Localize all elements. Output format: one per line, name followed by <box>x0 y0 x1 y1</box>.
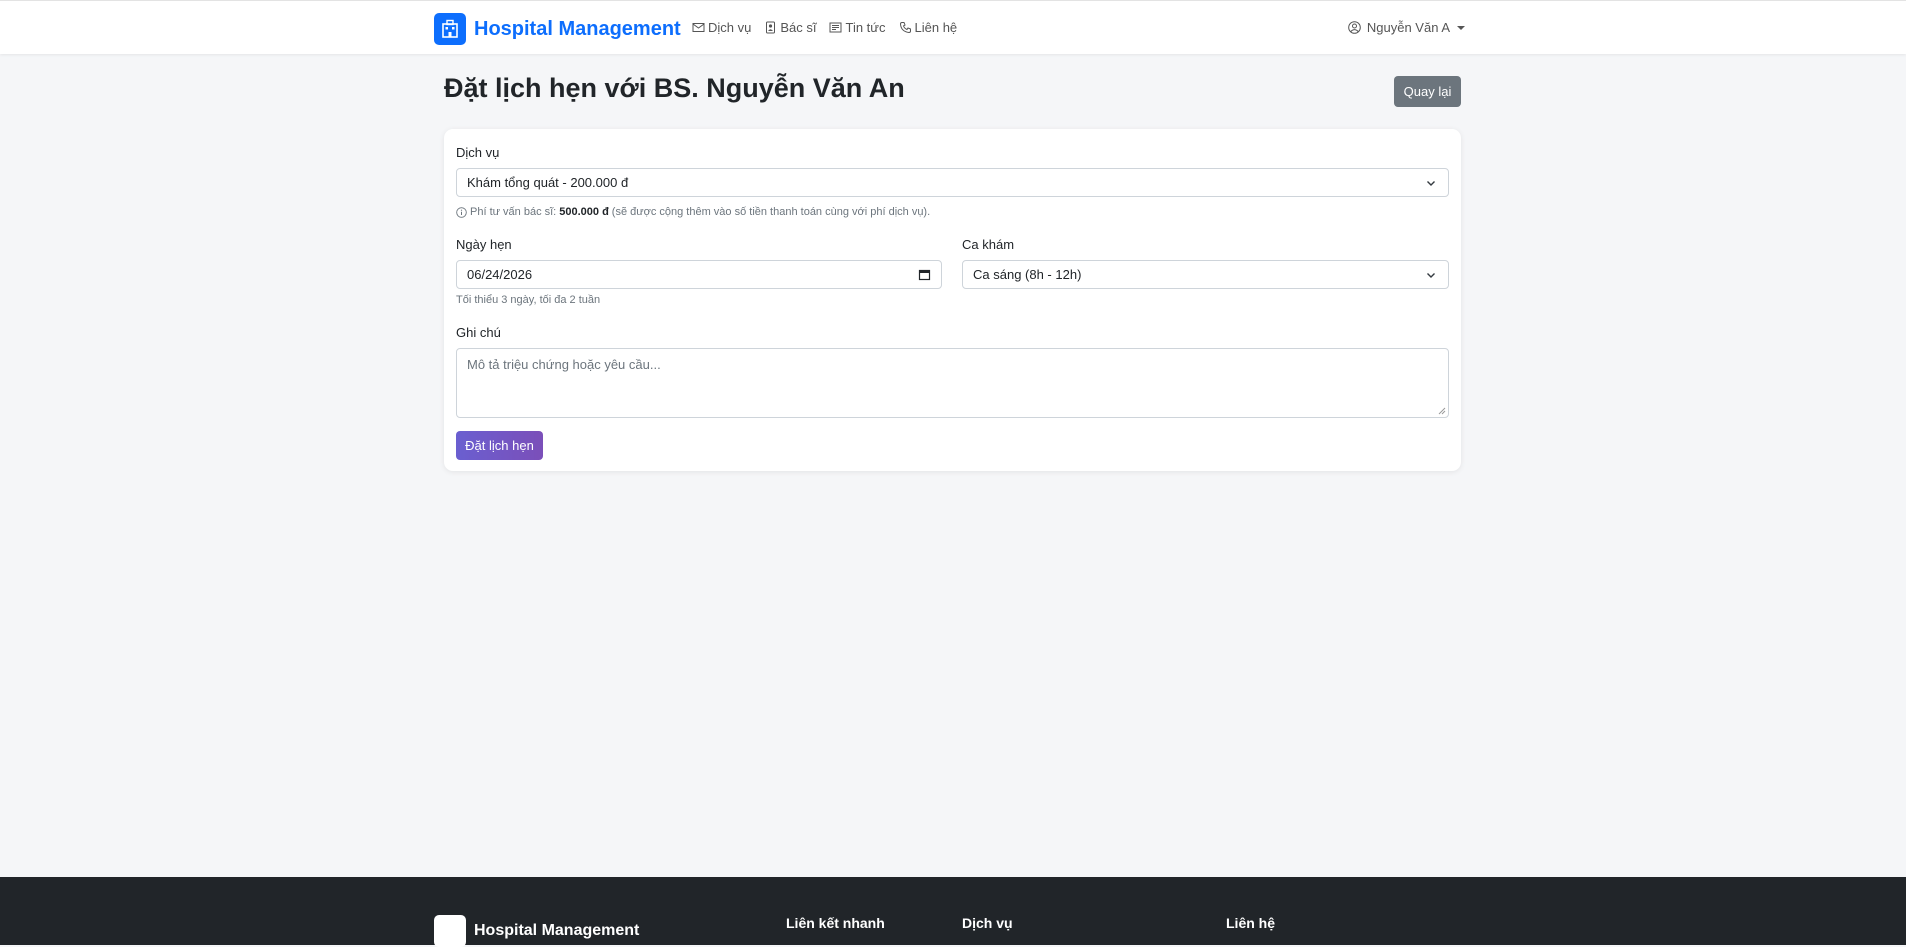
note-placeholder: Mô tả triệu chứng hoặc yêu cầu... <box>467 357 661 372</box>
service-label: Dịch vụ <box>456 145 500 160</box>
submit-button[interactable]: Đặt lịch hẹn <box>456 431 543 460</box>
service-selected-value: Khám tổng quát - 200.000 đ <box>467 175 629 190</box>
caret-down-icon <box>1457 25 1465 30</box>
shift-selected-value: Ca sáng (8h - 12h) <box>973 267 1082 282</box>
footer-logo-icon <box>434 915 466 947</box>
nav-label: Bác sĩ <box>780 20 817 35</box>
footer-heading-links: Liên kết nhanh <box>786 915 885 931</box>
nav-item-doctors[interactable]: Bác sĩ <box>764 20 816 35</box>
service-select[interactable]: Khám tổng quát - 200.000 đ <box>456 168 1449 197</box>
back-button[interactable]: Quay lại <box>1394 76 1461 107</box>
shift-select[interactable]: Ca sáng (8h - 12h) <box>962 260 1449 289</box>
footer-brand-name: Hospital Management <box>474 922 640 939</box>
user-circle-icon <box>1348 21 1361 34</box>
date-label: Ngày hẹn <box>456 237 512 252</box>
nav-label: Dịch vụ <box>708 20 752 35</box>
footer: Hospital Management Liên kết nhanh Dịch … <box>0 877 1906 947</box>
date-hint: Tối thiểu 3 ngày, tối đa 2 tuần <box>456 294 601 306</box>
calendar-icon[interactable] <box>918 268 931 281</box>
nav-label: Liên hệ <box>914 20 958 35</box>
fee-amount: 500.000 đ <box>559 206 609 218</box>
footer-heading-services: Dịch vụ <box>962 915 1013 931</box>
footer-heading-contact: Liên hệ <box>1226 915 1276 931</box>
phone-icon <box>899 22 911 34</box>
nav-item-services[interactable]: Dịch vụ <box>692 20 751 35</box>
newspaper-icon <box>829 22 842 33</box>
doctor-badge-icon <box>766 21 776 34</box>
fee-hint: Phí tư vấn bác sĩ: 500.000 đ (sẽ được cộ… <box>456 206 930 218</box>
chevron-down-icon <box>1427 273 1435 278</box>
footer-brand[interactable]: Hospital Management <box>434 915 639 947</box>
date-input[interactable]: 06/24/2026 <box>456 260 942 289</box>
page-title: Đặt lịch hẹn với BS. Nguyễn Văn An <box>444 73 905 103</box>
booking-form-card: Dịch vụ Khám tổng quát - 200.000 đ Phí t… <box>444 129 1461 471</box>
navbar: Hospital Management Dịch vụ Bác sĩ Tin t… <box>0 0 1906 54</box>
nav-label: Tin tức <box>845 20 886 35</box>
fee-hint-prefix: Phí tư vấn bác sĩ: <box>470 206 557 218</box>
user-menu[interactable]: Nguyễn Văn A <box>1348 20 1465 35</box>
envelope-icon <box>692 23 705 32</box>
nav-item-contact[interactable]: Liên hệ <box>899 20 958 35</box>
main-nav: Dịch vụ Bác sĩ Tin tức Liên hệ <box>692 20 957 35</box>
note-label: Ghi chú <box>456 325 501 340</box>
resize-handle-icon[interactable] <box>1438 407 1446 415</box>
nav-item-news[interactable]: Tin tức <box>829 20 886 35</box>
info-icon <box>456 206 467 218</box>
user-name: Nguyễn Văn A <box>1366 20 1450 35</box>
fee-hint-suffix: (sẽ được cộng thêm vào số tiền thanh toá… <box>611 206 931 218</box>
chevron-down-icon <box>1427 181 1435 186</box>
hospital-icon <box>434 13 466 45</box>
note-textarea[interactable]: Mô tả triệu chứng hoặc yêu cầu... <box>456 348 1449 418</box>
date-value: 06/24/2026 <box>467 267 533 282</box>
brand-link[interactable]: Hospital Management <box>434 13 681 45</box>
brand-name: Hospital Management <box>474 17 681 40</box>
shift-label: Ca khám <box>962 237 1015 252</box>
